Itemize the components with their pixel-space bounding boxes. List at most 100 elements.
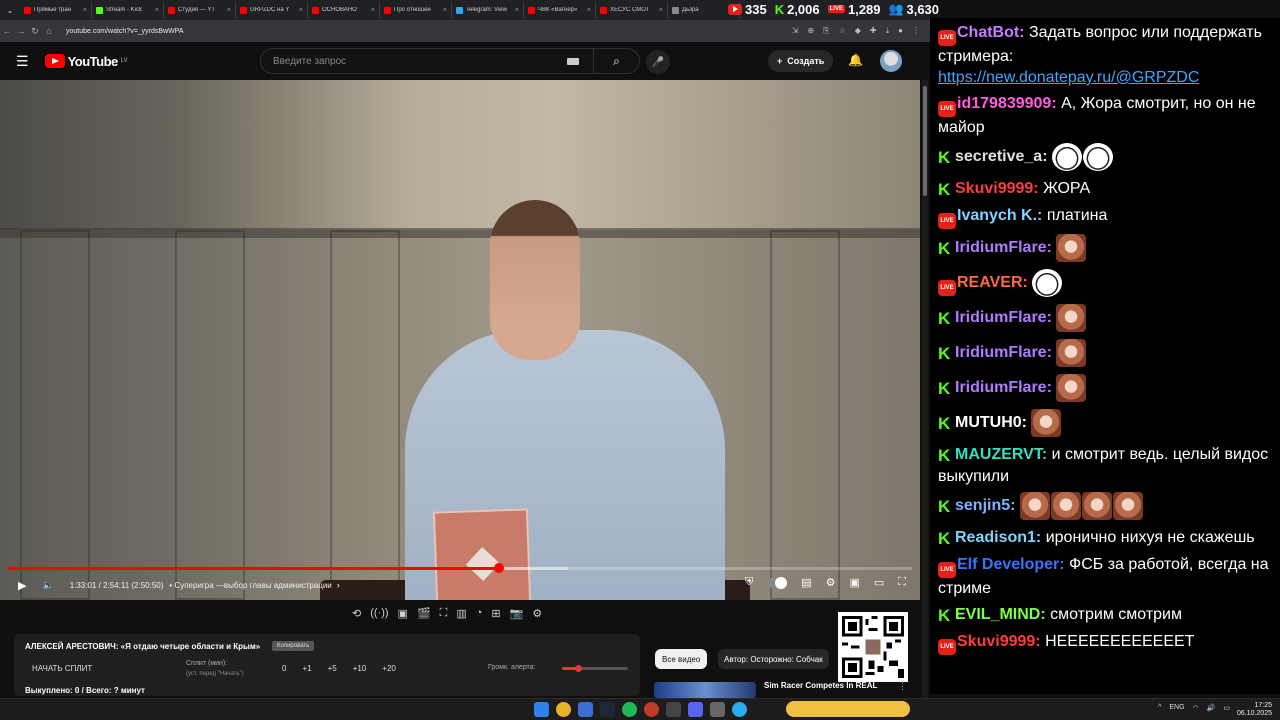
- close-tab-icon[interactable]: ×: [443, 7, 447, 14]
- tab-list-button[interactable]: ⌄: [0, 6, 20, 15]
- chevron-right-icon[interactable]: ›: [337, 580, 340, 590]
- browser-tab[interactable]: Stream - Kick ×: [92, 2, 164, 18]
- extensions-puzzle-icon[interactable]: ✚: [870, 26, 877, 36]
- app-icon[interactable]: [710, 702, 725, 717]
- chat-username[interactable]: MUTUH0: [955, 414, 1022, 431]
- menu-icon[interactable]: ⋮: [912, 26, 920, 36]
- steam-icon[interactable]: [600, 702, 615, 717]
- volume-knob[interactable]: [574, 665, 582, 672]
- chat-username[interactable]: ChatBot: [957, 24, 1019, 41]
- chat-username[interactable]: Skuvi9999: [957, 633, 1035, 650]
- chat-username[interactable]: IridiumFlare: [955, 239, 1047, 256]
- close-tab-icon[interactable]: ×: [371, 7, 375, 14]
- gear-icon[interactable]: ⚙: [532, 607, 542, 620]
- settings-gear-icon[interactable]: ⚙: [826, 576, 836, 589]
- chat-username[interactable]: Ivanych K.: [957, 207, 1037, 224]
- chat-username[interactable]: id179839909: [957, 95, 1051, 112]
- chat-username[interactable]: IridiumFlare: [955, 344, 1047, 361]
- search-input[interactable]: [273, 55, 567, 67]
- files-icon[interactable]: [578, 702, 593, 717]
- battery-icon[interactable]: ▭: [1223, 704, 1230, 712]
- chrome-icon[interactable]: [556, 702, 571, 717]
- theater-mode-icon[interactable]: ▭: [874, 576, 884, 589]
- chat-username[interactable]: EVIL_MIND: [955, 606, 1040, 623]
- youtube-logo[interactable]: YouTube LV: [44, 54, 128, 69]
- recommendation-title[interactable]: Sim Racer Competes In REAL: [764, 681, 877, 690]
- install-icon[interactable]: ⇲: [792, 26, 799, 36]
- autoplay-toggle[interactable]: [767, 576, 788, 589]
- start-split-button[interactable]: НАЧАТЬ СПЛИТ: [32, 664, 92, 673]
- zoom-icon[interactable]: ⊕: [807, 26, 814, 36]
- volume-icon[interactable]: 🔈: [42, 580, 53, 591]
- browser-tab[interactable]: Прямые тран ×: [20, 2, 92, 18]
- speed-icon[interactable]: ◔: [476, 607, 483, 620]
- progress-scrubber[interactable]: [493, 563, 504, 573]
- chat-username[interactable]: REAVER: [957, 274, 1023, 291]
- forward-icon[interactable]: →: [14, 26, 28, 36]
- browser-tab[interactable]: Студия — YT ×: [164, 2, 236, 18]
- recommendation-thumbnail[interactable]: [654, 682, 756, 698]
- browser-tab[interactable]: ЧВК «Вагнер» ×: [524, 2, 596, 18]
- avatar[interactable]: [880, 50, 902, 72]
- download-icon[interactable]: ⤓: [886, 26, 890, 36]
- scrollbar-thumb[interactable]: [923, 86, 927, 196]
- play-icon[interactable]: ▶: [18, 579, 26, 592]
- discord-icon[interactable]: [688, 702, 703, 717]
- url-field[interactable]: youtube.com/watch?v=_yyrdsBwWPA: [66, 28, 792, 35]
- add-10-button[interactable]: +10: [353, 664, 367, 673]
- reload-icon[interactable]: ↻: [28, 26, 42, 37]
- keyboard-icon[interactable]: [567, 57, 579, 65]
- donate-link[interactable]: https://new.donatepay.ru/@GRPZDC: [938, 69, 1199, 86]
- loop-icon[interactable]: ⟲: [352, 607, 361, 620]
- chat-username[interactable]: Elf Developer: [957, 556, 1059, 573]
- clapper-icon[interactable]: 🎬: [417, 607, 431, 620]
- film-icon[interactable]: ▥: [456, 607, 466, 620]
- close-tab-icon[interactable]: ×: [587, 7, 591, 14]
- telegram-icon[interactable]: [732, 702, 747, 717]
- video-player[interactable]: [0, 80, 920, 600]
- share-icon[interactable]: ⎘: [823, 26, 829, 36]
- wifi-icon[interactable]: ◠: [1193, 704, 1199, 712]
- voice-search-button[interactable]: 🎤: [646, 50, 670, 74]
- fullscreen-icon[interactable]: ⛶: [898, 576, 906, 589]
- spotify-icon[interactable]: [622, 702, 637, 717]
- speaker-icon[interactable]: 🔊: [1207, 704, 1216, 712]
- back-icon[interactable]: ←: [0, 26, 14, 36]
- profile-icon[interactable]: ●: [898, 26, 903, 36]
- chip-all-videos[interactable]: Все видео: [655, 649, 708, 669]
- camera-icon[interactable]: 📷: [510, 607, 524, 620]
- copy-button[interactable]: Копировать: [272, 641, 315, 651]
- close-tab-icon[interactable]: ×: [83, 7, 87, 14]
- miniplayer-icon[interactable]: ▣: [849, 576, 859, 589]
- chat-username[interactable]: Readison1: [955, 529, 1036, 546]
- language-indicator[interactable]: ENG: [1169, 704, 1184, 712]
- close-tab-icon[interactable]: ×: [515, 7, 519, 14]
- chat-username[interactable]: IridiumFlare: [955, 309, 1047, 326]
- close-tab-icon[interactable]: ×: [299, 7, 303, 14]
- browser-tab[interactable]: Про отношен ×: [380, 2, 452, 18]
- chapter-title[interactable]: • Суперигра —выбор главы администрации: [169, 581, 331, 590]
- browser-tab[interactable]: GRPZDC на Y ×: [236, 2, 308, 18]
- chat-username[interactable]: MAUZERVT: [955, 446, 1042, 463]
- chat-username[interactable]: IridiumFlare: [955, 379, 1047, 396]
- subtitles-toggle-icon[interactable]: ▣: [398, 607, 408, 620]
- add-20-button[interactable]: +20: [382, 664, 396, 673]
- tray-chevron-icon[interactable]: ^: [1158, 704, 1161, 712]
- more-options-icon[interactable]: ⋮: [898, 681, 907, 692]
- search-button[interactable]: ⌕: [593, 49, 639, 73]
- browser-tab[interactable]: ОСНОВАНО ×: [308, 2, 380, 18]
- windows-start-icon[interactable]: [534, 702, 549, 717]
- notifications-bell-icon[interactable]: 🔔: [848, 53, 863, 67]
- chip-author[interactable]: Автор: Осторожно: Собчак: [718, 649, 829, 669]
- add-icon[interactable]: ⊞: [491, 607, 500, 620]
- subtitles-icon[interactable]: ▤: [801, 576, 811, 589]
- page-scrollbar[interactable]: [922, 80, 928, 700]
- close-tab-icon[interactable]: ×: [155, 7, 159, 14]
- browser-tab[interactable]: ХЕСУС СМОТ ×: [596, 2, 668, 18]
- create-button[interactable]: + Создать: [768, 50, 834, 72]
- broadcast-icon[interactable]: ((·)): [370, 607, 388, 620]
- home-icon[interactable]: ⌂: [42, 26, 56, 36]
- browser-tab[interactable]: Telegram: View ×: [452, 2, 524, 18]
- app-icon[interactable]: [666, 702, 681, 717]
- close-tab-icon[interactable]: ×: [227, 7, 231, 14]
